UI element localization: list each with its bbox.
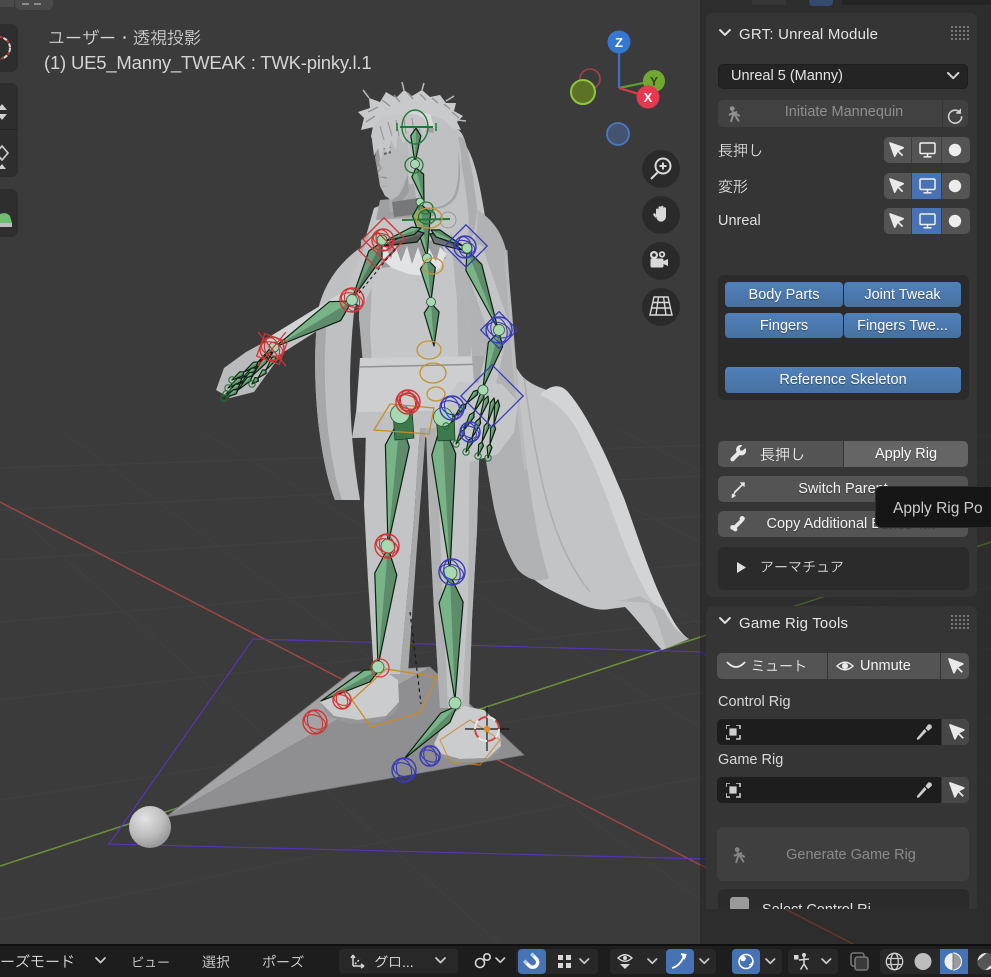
svg-text:Game Rig Tools: Game Rig Tools [739, 615, 848, 632]
svg-text:...: ... [402, 954, 414, 970]
svg-text:Z: Z [615, 35, 623, 50]
svg-text:GRT: Unreal Module: GRT: Unreal Module [739, 26, 878, 43]
svg-text:X: X [644, 90, 653, 105]
